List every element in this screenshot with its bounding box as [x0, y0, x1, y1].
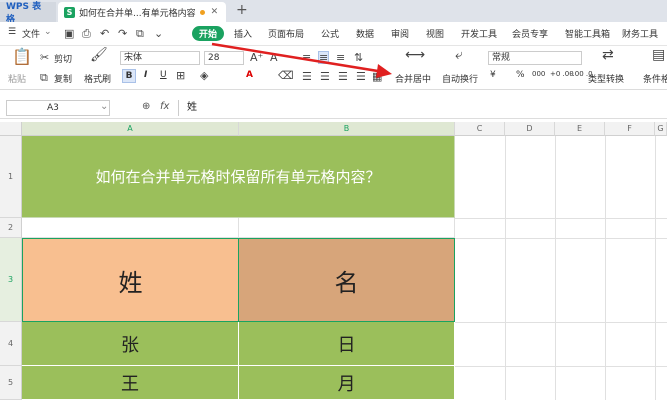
arrow-head: [376, 64, 392, 78]
annotation-arrow: [211, 42, 392, 78]
arrow-shaft: [211, 42, 385, 74]
